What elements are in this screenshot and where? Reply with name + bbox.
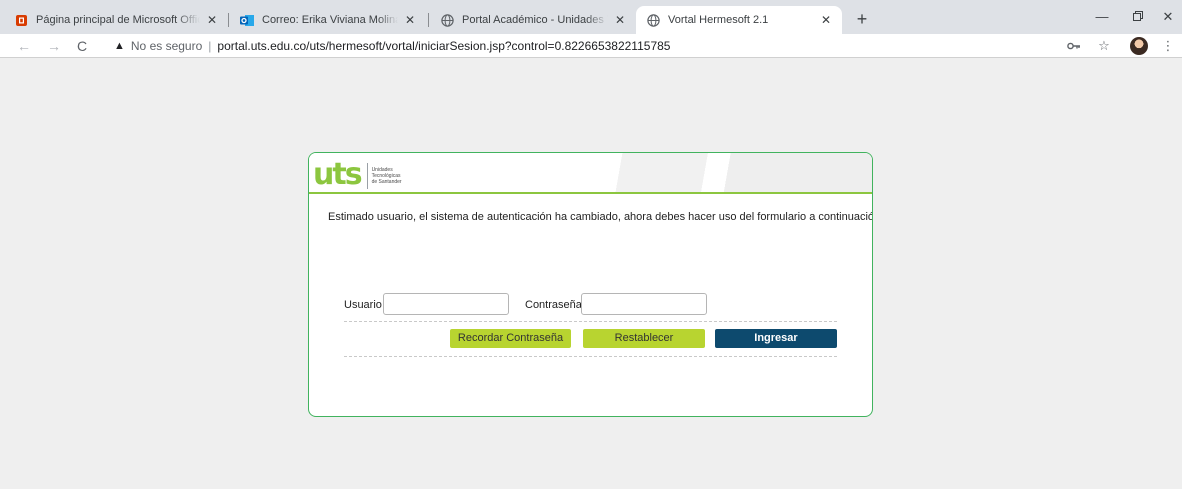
tab-title: Página principal de Microsoft Office [36, 14, 200, 26]
restore-icon [1133, 11, 1143, 21]
login-card: uts Unidades Tecnológicas de Santander E… [308, 152, 873, 417]
globe-icon [646, 13, 660, 27]
url-text: portal.uts.edu.co/uts/hermesoft/vortal/i… [217, 39, 671, 53]
address-bar[interactable]: ▲ No es seguro | portal.uts.edu.co/uts/h… [104, 35, 1056, 57]
uts-logo: uts Unidades Tecnológicas de Santander [313, 157, 423, 192]
form-divider-top [344, 321, 837, 322]
username-input[interactable] [383, 293, 509, 315]
login-form: Usuario Contraseña [309, 293, 872, 317]
tab-title: Correo: Erika Viviana Molina Balaguera [262, 14, 398, 26]
avatar[interactable] [1130, 37, 1148, 55]
auth-notice: Estimado usuario, el sistema de autentic… [328, 211, 873, 223]
globe-icon [440, 13, 454, 27]
tab-separator [428, 13, 429, 27]
login-button[interactable]: Ingresar [715, 329, 837, 348]
reset-button[interactable]: Restablecer [583, 329, 705, 348]
new-tab-button[interactable]: + [852, 10, 872, 30]
outlook-icon [240, 13, 254, 27]
close-icon[interactable]: ✕ [614, 13, 626, 27]
warning-icon: ▲ [114, 40, 125, 52]
tab-portal-academico[interactable]: Portal Académico - Unidades Tecnológicas… [430, 6, 636, 34]
close-icon[interactable]: ✕ [404, 13, 416, 27]
reload-button[interactable]: C [72, 36, 92, 56]
tab-strip: Página principal de Microsoft Office ✕ C… [0, 0, 1182, 34]
tab-outlook[interactable]: Correo: Erika Viviana Molina Balaguera ✕ [230, 6, 426, 34]
tab-title: Portal Académico - Unidades Tecnológicas [462, 14, 608, 26]
card-header: uts Unidades Tecnológicas de Santander [309, 153, 872, 194]
security-label: No es seguro [130, 39, 203, 53]
bookmark-star-icon[interactable]: ☆ [1094, 36, 1114, 56]
close-icon[interactable]: ✕ [206, 13, 218, 27]
logo-line: de Santander [371, 179, 402, 185]
browser-toolbar: ← → C ▲ No es seguro | portal.uts.edu.co… [0, 34, 1182, 58]
office-icon [14, 13, 28, 27]
tab-office[interactable]: Página principal de Microsoft Office ✕ [4, 6, 228, 34]
tab-title: Vortal Hermesoft 2.1 [668, 14, 769, 26]
logo-text: Unidades Tecnológicas de Santander [366, 163, 423, 189]
tab-separator [228, 13, 229, 27]
back-button[interactable]: ← [14, 36, 34, 56]
recover-password-button[interactable]: Recordar Contraseña [450, 329, 571, 348]
page-content: uts Unidades Tecnológicas de Santander E… [0, 59, 1182, 489]
key-icon[interactable] [1064, 36, 1084, 56]
forward-button[interactable]: → [44, 36, 64, 56]
logo-mark: uts [313, 157, 363, 192]
password-input[interactable] [581, 293, 707, 315]
password-label: Contraseña [525, 299, 582, 311]
tab-vortal-hermesoft[interactable]: Vortal Hermesoft 2.1 ✕ [636, 6, 842, 34]
form-divider-bottom [344, 356, 837, 357]
close-icon[interactable]: ✕ [820, 13, 832, 27]
minimize-button[interactable]: — [1082, 6, 1122, 28]
username-label: Usuario [344, 299, 382, 311]
menu-dots-icon[interactable]: ⋮ [1158, 36, 1178, 56]
address-divider: | [208, 39, 212, 53]
window-close-button[interactable]: ✕ [1148, 6, 1182, 28]
